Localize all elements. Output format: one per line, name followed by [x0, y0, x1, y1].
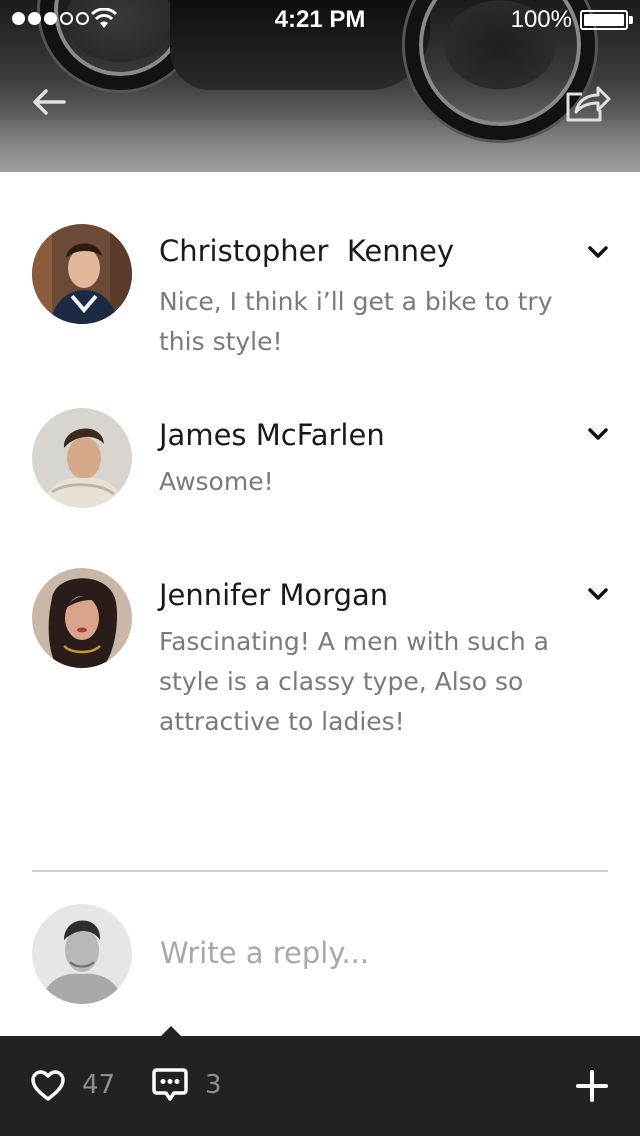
avatar-photo — [32, 568, 132, 668]
active-indicator — [161, 1026, 181, 1036]
avatar[interactable] — [32, 224, 132, 324]
like-button[interactable] — [30, 1068, 66, 1104]
avatar-photo — [32, 224, 132, 324]
bottom-toolbar: 47 3 — [0, 1026, 640, 1136]
comment-menu-button[interactable] — [584, 424, 612, 444]
back-button[interactable] — [28, 82, 72, 122]
comments-screen: 4:21 PM 100% Christopher Kenney Nice, I … — [0, 0, 640, 1136]
avatar[interactable] — [32, 568, 132, 668]
reply-input[interactable] — [152, 928, 608, 978]
comment-text: Awsome! — [159, 467, 274, 496]
plus-icon — [576, 1070, 608, 1102]
comment-text: Fascinating! A men with such a style is … — [159, 627, 550, 736]
avatar-photo — [32, 408, 132, 508]
comment-count: 3 — [205, 1070, 222, 1100]
chevron-down-icon — [588, 428, 608, 440]
add-button[interactable] — [574, 1068, 610, 1104]
commenter-name[interactable]: Christopher Kenney — [159, 234, 454, 268]
like-count: 47 — [82, 1070, 116, 1100]
comment-menu-button[interactable] — [584, 242, 612, 262]
divider — [32, 870, 608, 872]
avatar[interactable] — [32, 408, 132, 508]
share-button[interactable] — [562, 80, 612, 126]
battery-tip — [629, 16, 633, 24]
avatar-photo — [32, 904, 132, 1004]
battery-fill — [584, 14, 624, 26]
chevron-down-icon — [588, 588, 608, 600]
comment-button[interactable] — [152, 1066, 188, 1106]
status-bar: 4:21 PM 100% — [0, 0, 640, 40]
chevron-down-icon — [588, 246, 608, 258]
battery-percentage: 100% — [510, 6, 572, 33]
commenter-name[interactable]: Jennifer Morgan — [159, 578, 388, 612]
comment-menu-button[interactable] — [584, 584, 612, 604]
heart-icon — [31, 1070, 65, 1101]
share-icon — [566, 86, 611, 122]
battery-icon — [580, 10, 628, 30]
comment-icon — [152, 1068, 188, 1101]
current-user-avatar — [32, 904, 132, 1004]
comment-text: Nice, I think i’ll get a bike to try thi… — [159, 287, 553, 356]
commenter-name[interactable]: James McFarlen — [159, 418, 385, 452]
arrow-left-icon — [33, 89, 66, 115]
